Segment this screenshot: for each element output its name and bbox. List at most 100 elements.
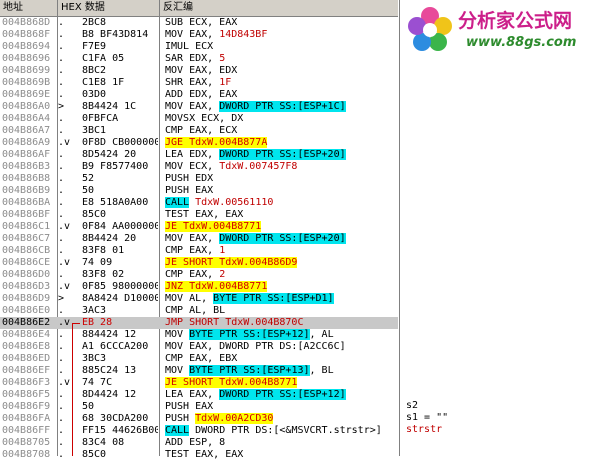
disasm-row[interactable]: 004B86D9 >8A8424 D1000000 MOV AL, BYTE PTR… [0, 293, 398, 305]
disasm-row[interactable]: 004B86AF. 8D5424 20 LEA EDX, DWORD PTR SS:… [0, 149, 398, 161]
row-jump-marker: . [58, 125, 65, 136]
instruction-token: ADD ESP, 8 [165, 437, 226, 448]
instruction-token: TdxW.00561110 [189, 197, 274, 208]
disasm-row[interactable]: 004B86E8. A1 6CCCA200 MOV EAX, DWORD PTR D… [0, 341, 398, 353]
row-instruction: MOVSX ECX, DX [165, 113, 395, 125]
instruction-token: 1F [219, 77, 232, 88]
column-header-hex[interactable]: HEX 数据 [58, 0, 160, 16]
row-jump-marker: .v [58, 257, 71, 268]
row-instruction: JE SHORT TdxW.004B8771 [165, 377, 395, 389]
row-address: 004B86A4 [2, 113, 51, 124]
disasm-row[interactable]: 004B86D0. 83F8 02 CMP EAX, 2 [0, 269, 398, 281]
instruction-token: PUSH [165, 413, 196, 424]
instruction-token: DWORD PTR DS:[<&MSVCRT.strstr>] [189, 425, 382, 436]
disasm-row[interactable]: 004B86D3 .v 0F85 98000000 JNZ TdxW.004B8771 [0, 281, 398, 293]
row-instruction: JMP SHORT TdxW.004B870C [165, 317, 395, 329]
row-jump-marker: . [58, 305, 65, 316]
row-hex: 8D4424 12 [82, 389, 137, 400]
disasm-row[interactable]: 004B86F3 .v 74 7C JE SHORT TdxW.004B8771 [0, 377, 398, 389]
instruction-token: MOV EAX, [165, 29, 220, 40]
row-instruction: PUSH TdxW.00A2CD30 [165, 413, 395, 425]
row-instruction: MOV EAX, DWORD PTR SS:[ESP+20] [165, 233, 395, 245]
disasm-row[interactable]: 004B86BF. 85C0 TEST EAX, EAX [0, 209, 398, 221]
disasm-row[interactable]: 004B8699. 8BC2 MOV EAX, EDX [0, 65, 398, 77]
disasm-row[interactable]: 004B8705. 83C4 08 ADD ESP, 8 [0, 437, 398, 449]
instruction-token: , AL [309, 329, 334, 340]
row-address: 004B86B9 [2, 185, 51, 196]
disasm-row[interactable]: 004B86B3. B9 F8577400 MOV ECX, TdxW.007457… [0, 161, 398, 173]
row-jump-marker: . [58, 197, 65, 208]
instruction-token: TEST EAX, EAX [165, 449, 244, 460]
column-header-address[interactable]: 地址 [0, 0, 58, 16]
disasm-row[interactable]: 004B86C7. 8B4424 20 MOV EAX, DWORD PTR SS:… [0, 233, 398, 245]
disasm-row[interactable]: 004B86A9 .v 0F8D CB000000 JGE TdxW.004B877A [0, 137, 398, 149]
row-address: 004B86AF [2, 149, 51, 160]
row-jump-marker: . [58, 41, 65, 52]
instruction-token: CALL [165, 197, 190, 208]
disasm-row[interactable]: 004B86F9. 50 PUSH EAX [0, 401, 398, 413]
row-jump-marker: . [58, 185, 65, 196]
row-hex: 85C0 [82, 449, 107, 460]
disasm-row[interactable]: 004B86F5. 8D4424 12 LEA EAX, DWORD PTR SS:… [0, 389, 398, 401]
disasm-row[interactable]: 004B86B8. 52 PUSH EDX [0, 173, 398, 185]
disasm-row[interactable]: 004B86B9. 50 PUSH EAX [0, 185, 398, 197]
column-header-disasm[interactable]: 反汇编 [160, 0, 398, 16]
disasm-row[interactable]: 004B86E0. 3AC3 CMP AL, BL [0, 305, 398, 317]
instruction-token: BYTE PTR SS:[ESP+12] [189, 329, 310, 340]
disasm-row[interactable]: 004B86CE .v 74 09 JE SHORT TdxW.004B86D9 [0, 257, 398, 269]
row-instruction: MOV EAX, DWORD PTR DS:[A2CC6C] [165, 341, 395, 353]
disasm-row[interactable]: 004B8694. F7E9 IMUL ECX [0, 41, 398, 53]
instruction-token: BYTE PTR SS:[ESP+13] [189, 365, 310, 376]
disasm-row[interactable]: 004B86C1 .v 0F84 AA000000 JE TdxW.004B8771 [0, 221, 398, 233]
instruction-token: MOV EAX, DWORD PTR DS:[A2CC6C] [165, 341, 346, 352]
disasm-row[interactable]: 004B86FF. FF15 44626B00 CALL DWORD PTR DS:… [0, 425, 398, 437]
disasm-row[interactable]: 004B86BA. E8 518A0A00 CALL TdxW.00561110 [0, 197, 398, 209]
disasm-row[interactable]: 004B86A7. 3BC1 CMP EAX, ECX [0, 125, 398, 137]
disasm-row[interactable]: 004B86EF. 885C24 13 MOV BYTE PTR SS:[ESP+1… [0, 365, 398, 377]
row-hex: EB 28 [82, 317, 113, 328]
row-instruction: MOV ECX, TdxW.007457F8 [165, 161, 395, 173]
disasm-row[interactable]: 004B86A0 >8B4424 1C MOV EAX, DWORD PTR SS:… [0, 101, 398, 113]
row-address: 004B869E [2, 89, 51, 100]
row-jump-marker: . [58, 149, 65, 160]
instruction-token: BYTE PTR SS:[ESP+D1] [213, 293, 334, 304]
row-hex: 50 [82, 401, 95, 412]
row-instruction: TEST EAX, EAX [165, 449, 395, 461]
jump-path-line [72, 323, 80, 456]
row-address: 004B86E8 [2, 341, 51, 352]
row-hex: 85C0 [82, 209, 107, 220]
disasm-row[interactable]: 004B8696. C1FA 05 SAR EDX, 5 [0, 53, 398, 65]
row-instruction: JE TdxW.004B8771 [165, 221, 395, 233]
column-header-bar: 地址 HEX 数据 反汇编 [0, 0, 398, 17]
row-jump-marker: . [58, 245, 65, 256]
row-hex: 83F8 02 [82, 269, 125, 280]
disasm-row[interactable]: 004B86FA. 68 30CDA200 PUSH TdxW.00A2CD30 [0, 413, 398, 425]
row-instruction: CALL TdxW.00561110 [165, 197, 395, 209]
row-hex: 52 [82, 173, 95, 184]
disasm-row[interactable]: 004B86A4. 0FBFCA MOVSX ECX, DX [0, 113, 398, 125]
row-hex: 884424 12 [82, 329, 137, 340]
row-address: 004B86CE [2, 257, 51, 268]
instruction-token: PUSH EDX [165, 173, 214, 184]
row-hex: 8BC2 [82, 65, 107, 76]
row-address: 004B86E0 [2, 305, 51, 316]
row-address: 004B86C7 [2, 233, 51, 244]
row-instruction: ADD ESP, 8 [165, 437, 395, 449]
disasm-row[interactable]: 004B869E. 03D0 ADD EDX, EAX [0, 89, 398, 101]
disasm-row[interactable]: 004B869B. C1E8 1F SHR EAX, 1F [0, 77, 398, 89]
row-jump-marker: . [58, 29, 65, 40]
instruction-token: JE SHORT TdxW.004B8771 [165, 377, 298, 388]
disasm-row[interactable]: 004B86CB. 83F8 01 CMP EAX, 1 [0, 245, 398, 257]
disasm-row[interactable]: 004B868F. B8 BF43D814 MOV EAX, 14D843BF [0, 29, 398, 41]
disasm-row[interactable]: 004B86E2 .v EB 28 JMP SHORT TdxW.004B870C [0, 317, 398, 329]
row-address: 004B86BA [2, 197, 51, 208]
instruction-token: MOV [165, 329, 190, 340]
disasm-row[interactable]: 004B868D. 2BC8 SUB ECX, EAX [0, 17, 398, 29]
row-jump-marker: > [58, 293, 65, 304]
site-logo: 分析家公式网 www.88gs.com [400, 0, 600, 60]
disasm-row[interactable]: 004B86ED. 3BC3 CMP EAX, EBX [0, 353, 398, 365]
instruction-token: SAR EDX, [165, 53, 220, 64]
disasm-row[interactable]: 004B86E4. 884424 12 MOV BYTE PTR SS:[ESP+1… [0, 329, 398, 341]
disasm-row[interactable]: 004B8708. 85C0 TEST EAX, EAX [0, 449, 398, 461]
row-instruction: SAR EDX, 5 [165, 53, 395, 65]
